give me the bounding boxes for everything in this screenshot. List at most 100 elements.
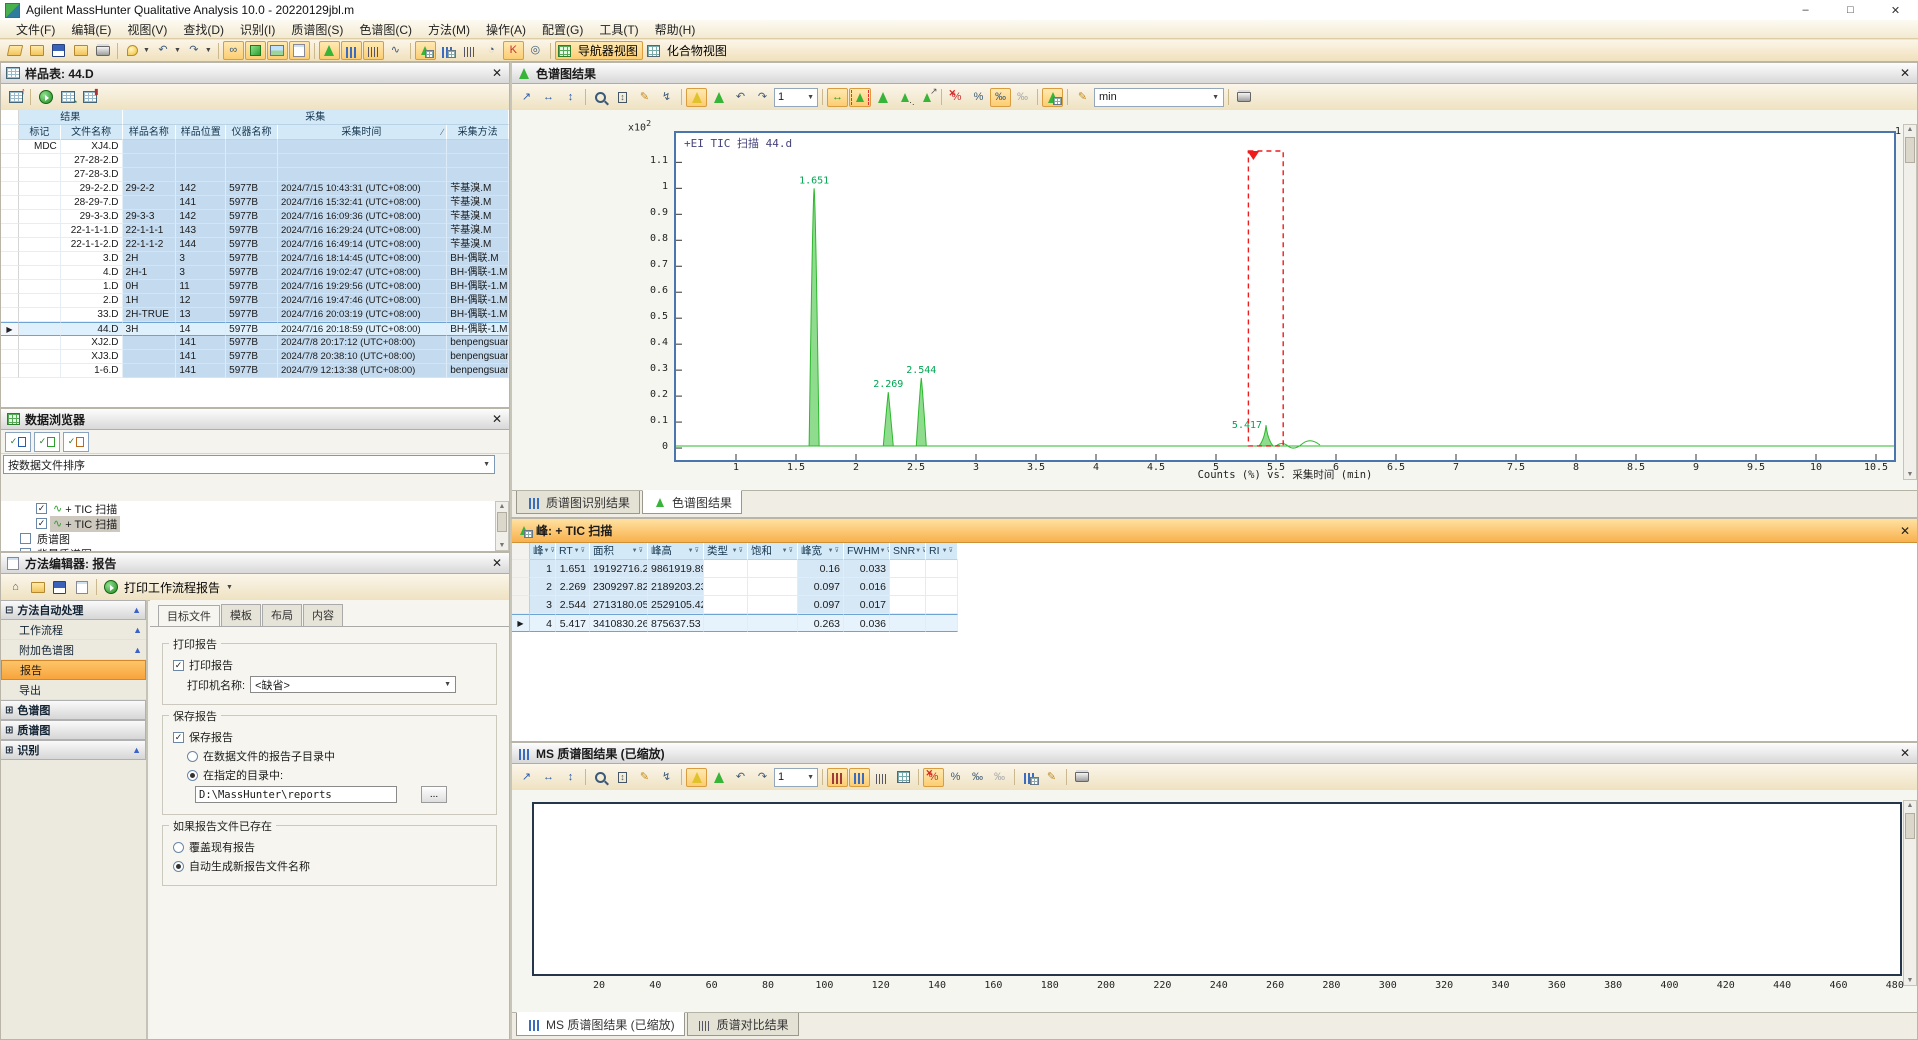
sort-dropdown[interactable]: 按数据文件排序 ▼ [3, 455, 495, 474]
row-selector[interactable] [512, 560, 530, 578]
fit-sticks-button[interactable] [849, 767, 870, 787]
menu-i[interactable]: 识别(I) [232, 20, 283, 39]
peak-row[interactable]: 3 2.544 2713180.05 2529105.42 0.097 0.017 [512, 596, 1917, 614]
tall-sticks-button[interactable] [827, 767, 848, 787]
edit-annotations-button[interactable] [288, 41, 310, 60]
autoscale-x-button[interactable]: ↔ [538, 88, 559, 107]
annotate-button[interactable]: ✎ [1041, 768, 1062, 787]
tab-ms-spectrum-results[interactable]: MS 质谱图结果 (已缩放) [516, 1012, 685, 1036]
row-selector[interactable]: ▶ [1, 322, 19, 336]
sample-row[interactable]: XJ3.D 141 5977B 2024/7/8 20:38:10 (UTC+08:0… [1, 350, 509, 364]
expand-plot-button[interactable]: ↗ [516, 768, 537, 787]
peak-column-header[interactable]: 类型 ▼⊽ [704, 543, 748, 560]
calibration-button[interactable]: K [502, 41, 524, 60]
fill-peaks-button[interactable] [686, 767, 707, 787]
peak-table[interactable]: 峰▼⊽RT▼⊽面积▼⊽峰高▼⊽类型▼⊽饱和▼⊽峰宽▼⊽FWHM▼⊽SNR▼⊽RI… [512, 543, 1917, 741]
navigator-view-button[interactable]: 导航器视图 [554, 41, 643, 60]
normalize-off-button[interactable]: ‰ [1012, 88, 1033, 107]
dot-sticks-button[interactable] [893, 768, 914, 787]
close-button[interactable]: ✕ [1873, 0, 1918, 20]
stick-view-button[interactable] [362, 41, 384, 60]
browse-button[interactable]: ... [421, 786, 447, 803]
row-selector[interactable] [1, 140, 19, 154]
overwrite-radio[interactable] [173, 841, 184, 853]
sample-row[interactable]: MDC XJ4.D [1, 140, 509, 154]
peak-column-header[interactable]: 峰 ▼⊽ [530, 543, 556, 560]
fit-y-range-button[interactable] [612, 768, 633, 787]
home-button[interactable]: ⌂ [5, 578, 26, 597]
peak-column-header[interactable]: RT ▼⊽ [556, 543, 590, 560]
column-header[interactable]: 样品名称 [122, 125, 177, 140]
link-views-button[interactable]: ∞ [222, 41, 244, 60]
open-method-item-button[interactable] [27, 578, 48, 597]
row-selector[interactable] [1, 168, 19, 182]
close-icon[interactable]: ✕ [1897, 746, 1913, 760]
highlight-button[interactable]: ▼ [122, 41, 152, 60]
column-header[interactable]: 采集时间 ∕ [277, 125, 448, 140]
autoscale-x-button[interactable]: ↔ [538, 768, 559, 787]
sample-columns-button[interactable] [79, 88, 100, 107]
autoscale-y-button[interactable]: ↕ [560, 768, 581, 787]
sample-row[interactable]: 28-29-7.D 141 5977B 2024/7/16 15:32:41 (UTC… [1, 196, 509, 210]
close-icon[interactable]: ✕ [489, 412, 505, 426]
export-peaks-button[interactable] [916, 87, 938, 107]
peak-table-toggle-button[interactable] [1042, 87, 1063, 107]
column-header[interactable]: 仪器名称 [226, 125, 278, 140]
redo-zoom-button[interactable]: ↷ [752, 88, 773, 107]
sample-row[interactable]: XJ2.D 141 5977B 2024/7/8 20:17:12 (UTC+08:0… [1, 336, 509, 350]
filter-icon[interactable]: ▼⊽ [732, 543, 744, 559]
method-tab[interactable]: 内容 [303, 604, 343, 626]
spectrum-table-toggle-button[interactable] [1019, 768, 1040, 787]
zoom-out-button[interactable] [590, 768, 611, 787]
save-method-item-button[interactable] [49, 578, 70, 597]
column-header[interactable]: 文件名称 [60, 125, 123, 140]
report-path-input[interactable]: D:\MassHunter\reports [195, 786, 397, 803]
method-nav-section[interactable]: ⊟ 方法自动处理 ▲ [1, 600, 146, 620]
row-selector[interactable] [1, 308, 19, 322]
sample-row[interactable]: 2.D 1H 12 5977B 2024/7/16 19:47:46 (UTC+08:0… [1, 294, 509, 308]
range-select-button[interactable] [849, 87, 871, 107]
sample-row[interactable]: 4.D 2H-1 3 5977B 2024/7/16 19:02:47 (UTC+08:… [1, 266, 509, 280]
profile-view-button[interactable]: ∿ [385, 41, 406, 60]
print-button[interactable] [92, 41, 113, 60]
row-selector[interactable] [1, 280, 19, 294]
menu-a[interactable]: 操作(A) [478, 20, 534, 39]
extract-data-button[interactable] [244, 41, 266, 60]
ms-spectrum-plot[interactable] [532, 802, 1902, 976]
menu-m[interactable]: 方法(M) [420, 20, 478, 39]
filter-icon[interactable]: ▼⊽ [632, 543, 644, 559]
autoname-radio[interactable] [173, 860, 184, 872]
menu-g[interactable]: 配置(G) [534, 20, 591, 39]
undo-zoom-button[interactable]: ↶ [730, 88, 751, 107]
method-nav-item[interactable]: 报告 [1, 660, 146, 680]
chromatogram-view-button[interactable] [318, 41, 340, 60]
curve-cursor-button[interactable]: ↯ [656, 768, 677, 787]
annotate-button[interactable]: ✎ [1072, 88, 1093, 107]
menu-t[interactable]: 工具(T) [591, 20, 646, 39]
maximize-button[interactable]: □ [1828, 0, 1873, 20]
open-method-button[interactable] [26, 41, 47, 60]
overlay-peaks-button[interactable] [708, 88, 729, 107]
sample-table[interactable]: 结果 采集 标记 文件名称 样品名称 样品位置 仪器名称 采集时间 ∕ 采集方法 MDC XJ4.D… [1, 110, 509, 407]
expand-icon[interactable]: ⊞ [5, 705, 13, 716]
filter-chromatograms-button[interactable]: ✓ [5, 431, 31, 452]
tab-spectrum-compare-results[interactable]: 质谱对比结果 [686, 1013, 799, 1036]
close-icon[interactable]: ✕ [1897, 524, 1913, 538]
save-dir-radio[interactable] [187, 769, 198, 781]
column-header[interactable]: 样品位置 [176, 125, 227, 140]
filter-spectra-button[interactable]: ✓ [34, 431, 60, 452]
expand-plot-button[interactable]: ↗ [516, 88, 537, 107]
method-nav-item[interactable]: 工作流程 ▲ [1, 620, 146, 640]
tree-checkbox[interactable] [20, 533, 31, 544]
small-sticks-button[interactable] [871, 768, 892, 787]
peak-column-header[interactable]: 饱和 ▼⊽ [748, 543, 798, 560]
tree-item[interactable]: ✓ ∿ + TIC 扫描 [1, 515, 495, 532]
copy-method-item-button[interactable] [71, 578, 92, 597]
menu-h[interactable]: 帮助(H) [647, 20, 704, 39]
overlay-peaks-button[interactable] [708, 768, 729, 787]
menu-v[interactable]: 视图(V) [119, 20, 175, 39]
normalize-y-button[interactable]: ‰ [990, 87, 1011, 107]
tree-checkbox[interactable]: ✓ [36, 503, 47, 514]
row-selector[interactable] [1, 266, 19, 280]
menu-f[interactable]: 文件(F) [8, 20, 63, 39]
